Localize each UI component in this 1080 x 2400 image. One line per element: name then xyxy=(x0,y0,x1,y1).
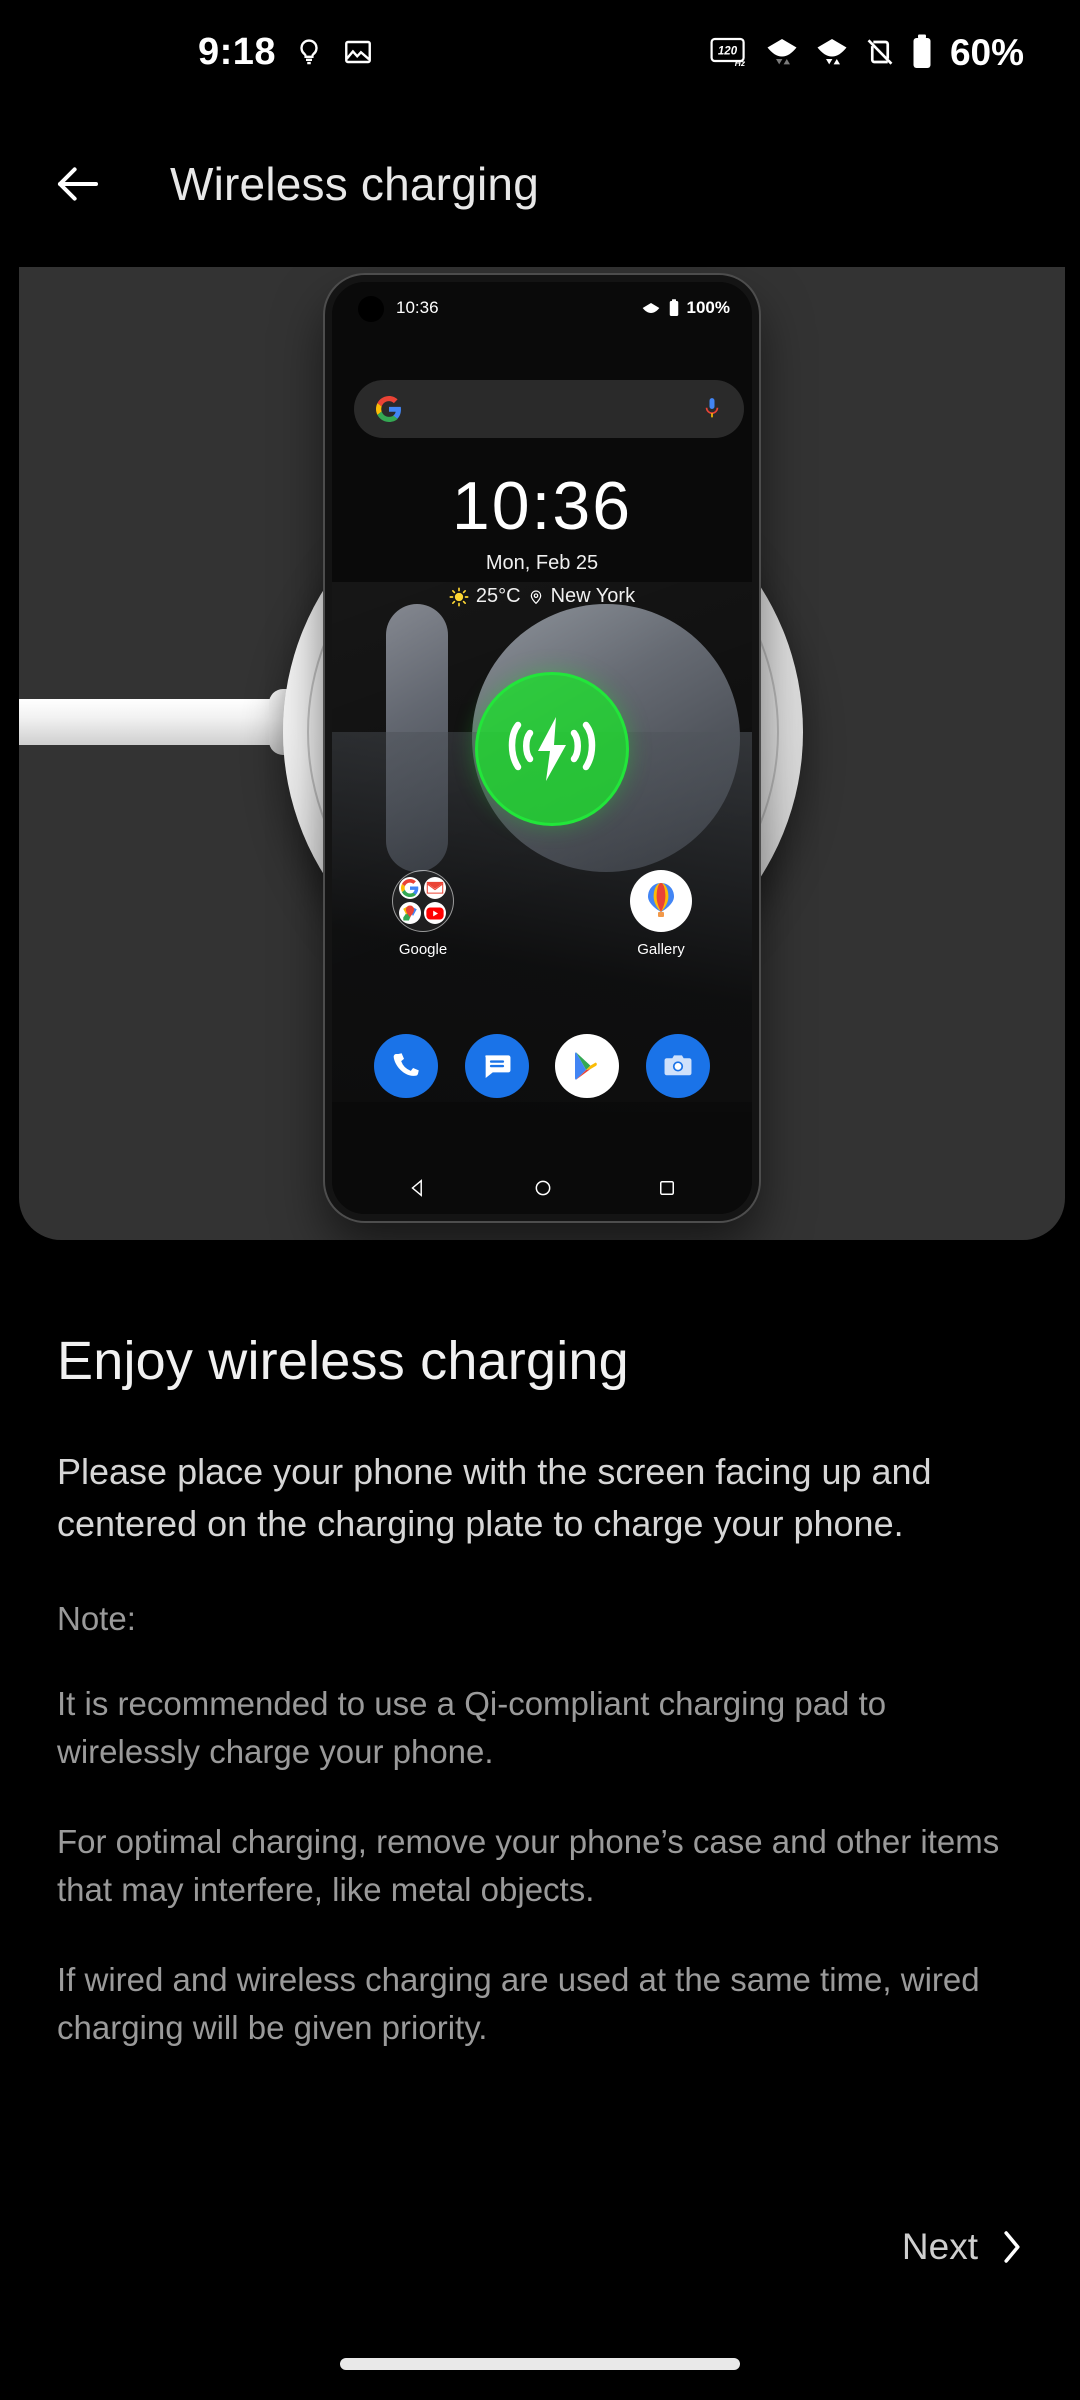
home-indicator[interactable] xyxy=(340,2358,740,2370)
app-item-google-folder[interactable]: Google xyxy=(380,870,466,958)
phone-status-right: 100% xyxy=(641,298,730,318)
description-text: Please place your phone with the screen … xyxy=(57,1451,932,1545)
phone-navigation-bar xyxy=(332,1177,752,1204)
refresh-rate-icon: 120 Hz xyxy=(710,35,750,69)
maps-icon xyxy=(399,902,421,924)
content-section: Enjoy wireless charging Please place you… xyxy=(57,1330,1023,2094)
svg-text:Hz: Hz xyxy=(735,58,746,68)
phone-mockup: 10:36 100% 10:36 Mon, Feb 25 25°C New Yo… xyxy=(325,275,759,1221)
phone-wifi-icon xyxy=(641,300,661,316)
google-g-icon xyxy=(399,877,421,899)
youtube-icon xyxy=(424,902,446,924)
battery-percent: 60% xyxy=(949,31,1024,73)
phone-battery-icon xyxy=(668,298,680,318)
sun-icon xyxy=(449,587,469,607)
wireless-charging-bolt-icon xyxy=(500,705,604,793)
signal-icon xyxy=(764,35,800,69)
status-bar-left: 9:18 xyxy=(198,33,374,71)
app-bar: Wireless charging xyxy=(0,124,1080,244)
gallery-balloon-icon[interactable] xyxy=(630,870,692,932)
home-circle-icon[interactable] xyxy=(533,1178,553,1203)
microphone-icon[interactable] xyxy=(702,396,722,422)
arrow-left-icon xyxy=(51,157,105,211)
widget-date: Mon, Feb 25 xyxy=(485,552,599,574)
back-triangle-icon[interactable] xyxy=(407,1177,429,1204)
app-label: Gallery xyxy=(637,941,685,958)
google-g-icon xyxy=(376,396,402,422)
google-search-bar[interactable] xyxy=(354,380,744,438)
battery-icon xyxy=(910,33,934,71)
note-paragraph-2: For optimal charging, remove your phone’… xyxy=(57,1823,1000,1908)
note-paragraph-3: If wired and wireless charging are used … xyxy=(57,1960,980,2046)
phone-status-left: 10:36 xyxy=(396,298,439,318)
illustration-scene: 10:36 100% 10:36 Mon, Feb 25 25°C New Yo… xyxy=(19,267,1065,1240)
status-bar-right: 120 Hz 60% xyxy=(710,33,1024,71)
image-icon xyxy=(342,36,374,68)
recents-square-icon[interactable] xyxy=(657,1178,677,1203)
next-button[interactable]: Next xyxy=(896,2216,1032,2278)
rotation-lock-icon xyxy=(864,35,896,69)
phone-status-clock: 10:36 xyxy=(396,298,439,317)
app-label: Google xyxy=(398,941,448,958)
page-title: Wireless charging xyxy=(170,158,539,210)
app-item-gallery[interactable]: Gallery xyxy=(618,870,704,958)
phone-screen: 10:36 100% 10:36 Mon, Feb 25 25°C New Yo… xyxy=(332,282,752,1214)
status-bar-clock: 9:18 xyxy=(198,31,277,73)
lightbulb-icon xyxy=(294,35,324,69)
svg-text:120: 120 xyxy=(718,45,738,57)
phone-icon[interactable] xyxy=(374,1034,438,1098)
camera-icon[interactable] xyxy=(645,1034,710,1098)
wifi-icon xyxy=(814,35,850,69)
widget-time: 10:36 xyxy=(451,468,633,544)
messages-icon[interactable] xyxy=(464,1034,529,1098)
note-label: Note: xyxy=(57,1600,136,1638)
google-folder-icon[interactable] xyxy=(392,870,454,932)
illustration-card: 10:36 100% 10:36 Mon, Feb 25 25°C New Yo… xyxy=(19,267,1065,1240)
phone-wallpaper xyxy=(332,582,752,1112)
location-pin-icon xyxy=(528,588,544,606)
note-paragraph-1: It is recommended to use a Qi-compliant … xyxy=(57,1685,887,1771)
home-screen-app-row: Google Gallery xyxy=(332,870,752,958)
next-button-label: Next xyxy=(901,2226,978,2267)
phone-dock xyxy=(332,1034,752,1098)
play-store-icon[interactable] xyxy=(555,1034,620,1098)
phone-status-bar: 10:36 100% xyxy=(332,282,752,334)
wireless-charging-badge xyxy=(475,672,629,826)
widget-temperature: 25°C xyxy=(475,585,521,607)
back-button[interactable] xyxy=(30,136,126,232)
widget-location: New York xyxy=(550,585,636,607)
status-bar: 9:18 120 Hz 60% xyxy=(0,0,1080,104)
gmail-icon xyxy=(424,877,446,899)
phone-battery-percent: 100% xyxy=(686,298,730,317)
headline: Enjoy wireless charging xyxy=(57,1331,629,1391)
widget-weather: 25°C New York xyxy=(332,585,752,608)
phone-clock-widget: 10:36 Mon, Feb 25 25°C New York xyxy=(332,472,752,608)
chevron-right-icon xyxy=(998,2227,1026,2267)
